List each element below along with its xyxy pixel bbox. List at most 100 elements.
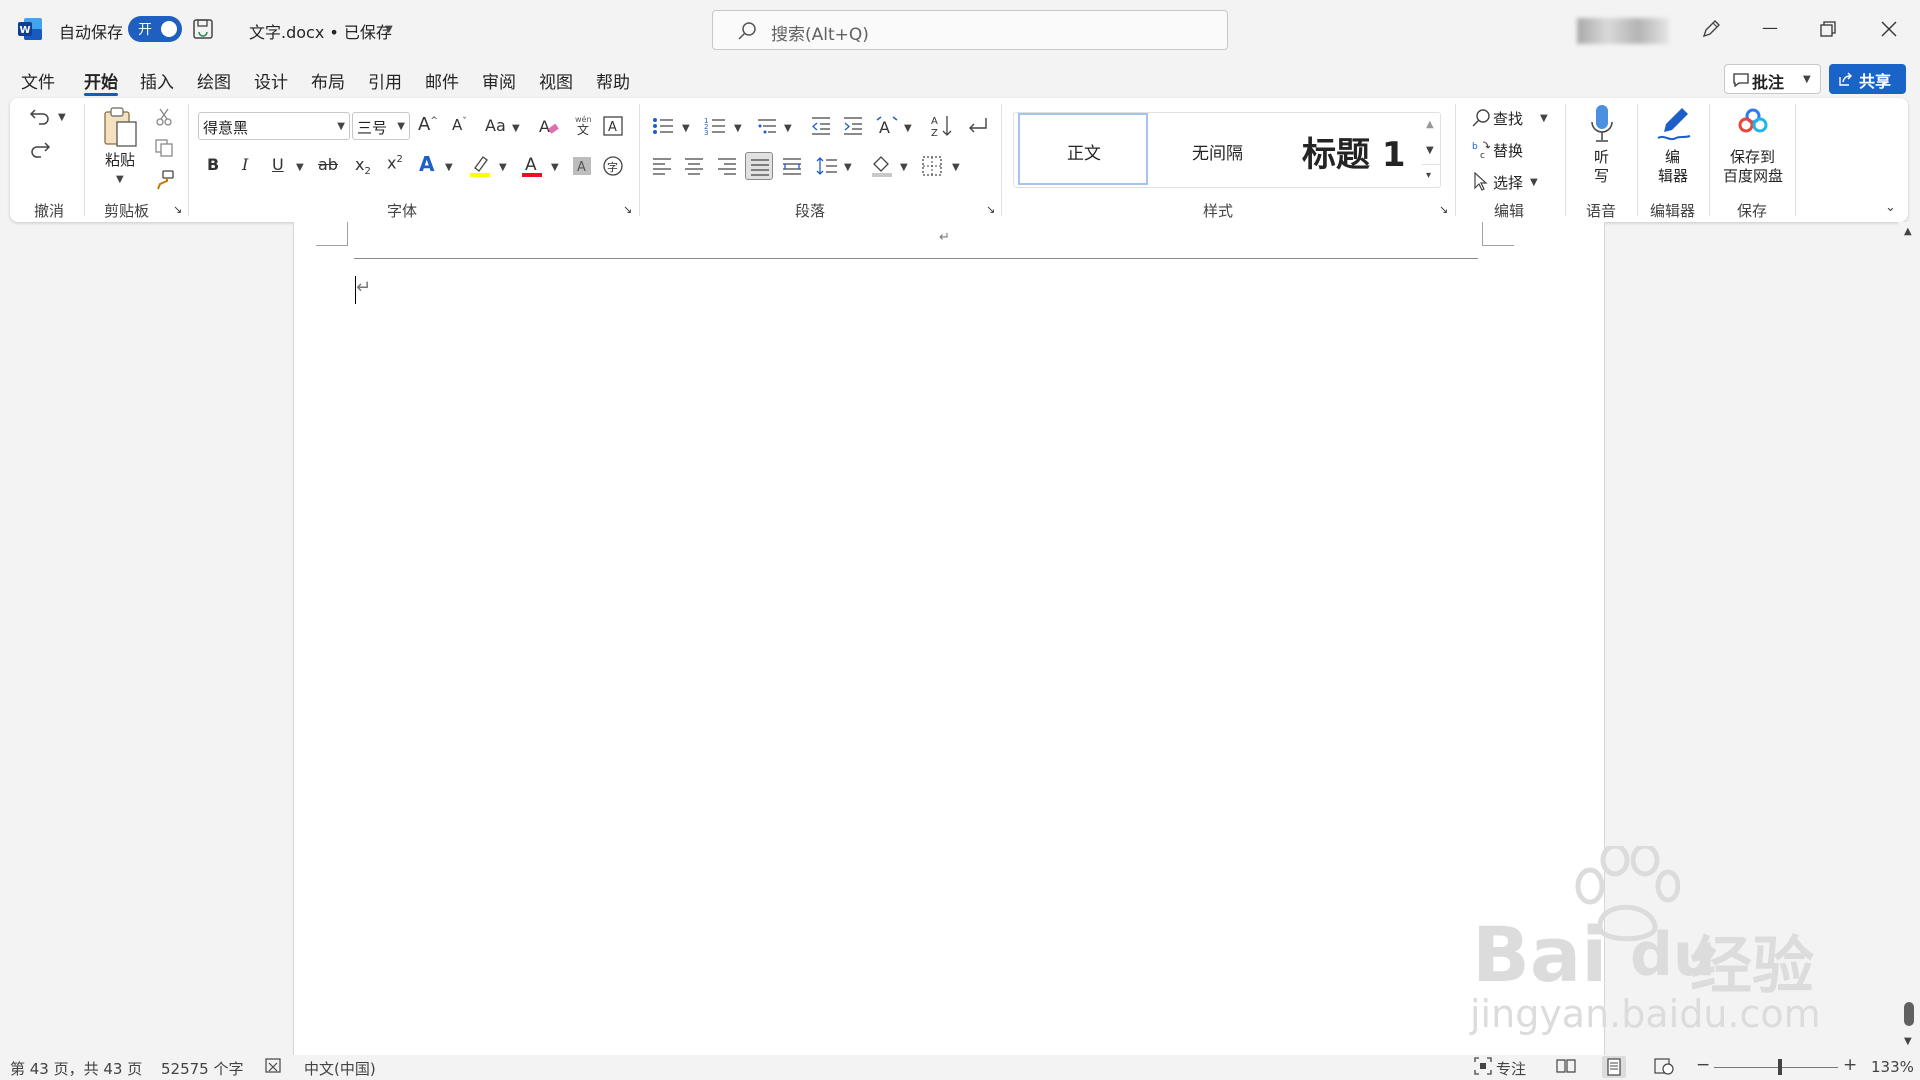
align-center-icon[interactable]: [684, 156, 704, 176]
phonetic-guide-icon[interactable]: wén 文: [572, 114, 594, 136]
ribbon-collapse-icon[interactable]: ⌄: [1885, 200, 1896, 215]
language[interactable]: 中文(中国): [304, 1058, 376, 1079]
editor-button[interactable]: 编 辑器: [1650, 104, 1696, 188]
tab-home[interactable]: 开始: [84, 68, 118, 93]
font-color-icon[interactable]: A: [521, 154, 543, 178]
text-effects-dropdown-icon[interactable]: ▼: [445, 162, 453, 173]
document-title[interactable]: 文字.docx • 已保存: [249, 19, 392, 43]
undo-dropdown-icon[interactable]: ▼: [58, 112, 66, 123]
search-box[interactable]: 搜索(Alt+Q): [712, 10, 1228, 50]
asian-layout-dropdown-icon[interactable]: ▼: [904, 123, 912, 134]
user-account[interactable]: [1577, 18, 1669, 44]
cut-icon[interactable]: [155, 108, 173, 126]
replace-button[interactable]: bc 替换: [1468, 138, 1552, 162]
tab-design[interactable]: 设计: [254, 68, 288, 93]
decrease-indent-icon[interactable]: [810, 116, 832, 136]
title-dropdown-icon[interactable]: ▼: [385, 24, 393, 35]
minimize-icon[interactable]: —: [1760, 20, 1780, 36]
shrink-font-icon[interactable]: Aˇ: [452, 118, 467, 133]
shading-icon[interactable]: [871, 154, 893, 178]
read-mode-icon[interactable]: [1556, 1058, 1576, 1074]
clipboard-launcher-icon[interactable]: ↘: [173, 204, 182, 215]
highlight-color-icon[interactable]: [469, 154, 491, 178]
find-button[interactable]: 查找 ▼: [1468, 106, 1552, 130]
print-layout-icon[interactable]: [1602, 1056, 1626, 1078]
word-count[interactable]: 52575 个字: [161, 1058, 244, 1079]
borders-dropdown-icon[interactable]: ▼: [952, 162, 960, 173]
zoom-slider[interactable]: [1714, 1067, 1838, 1068]
text-effects-icon[interactable]: A: [419, 154, 434, 174]
paragraph-launcher-icon[interactable]: ↘: [986, 204, 995, 215]
tab-draw[interactable]: 绘图: [197, 68, 231, 93]
close-icon[interactable]: [1881, 21, 1897, 37]
document-page[interactable]: ↵ ↵: [293, 222, 1680, 1055]
focus-icon[interactable]: [1474, 1057, 1492, 1075]
focus-label[interactable]: 专注: [1496, 1058, 1526, 1079]
underline-dropdown-icon[interactable]: ▼: [296, 162, 304, 173]
restore-icon[interactable]: [1820, 21, 1836, 37]
dictate-button[interactable]: 听 写: [1580, 104, 1624, 188]
save-to-baidu-button[interactable]: 保存到 百度网盘: [1720, 104, 1786, 188]
styles-scroll-down-icon[interactable]: ▼: [1422, 140, 1440, 162]
tab-help[interactable]: 帮助: [596, 68, 630, 93]
scroll-thumb[interactable]: [1904, 1002, 1914, 1026]
bullets-dropdown-icon[interactable]: ▼: [682, 123, 690, 134]
pen-icon[interactable]: [1700, 18, 1722, 40]
bold-icon[interactable]: B: [207, 157, 219, 173]
line-spacing-dropdown-icon[interactable]: ▼: [844, 162, 852, 173]
line-spacing-icon[interactable]: [816, 156, 838, 176]
autosave-toggle[interactable]: 开: [128, 16, 182, 42]
tab-insert[interactable]: 插入: [140, 68, 174, 93]
scroll-up-icon[interactable]: ▲: [1904, 226, 1912, 237]
tab-mailings[interactable]: 邮件: [425, 68, 459, 93]
tab-references[interactable]: 引用: [368, 68, 402, 93]
vertical-scrollbar[interactable]: ▲ ▼: [1898, 222, 1920, 1055]
justify-icon[interactable]: [745, 152, 773, 180]
page-count[interactable]: 第 43 页，共 43 页: [10, 1058, 142, 1079]
font-size-select[interactable]: 三号 ▼: [352, 112, 410, 140]
styles-launcher-icon[interactable]: ↘: [1439, 204, 1448, 215]
subscript-icon[interactable]: x2: [355, 156, 371, 177]
styles-more-icon[interactable]: ▾: [1422, 164, 1440, 186]
character-border-icon[interactable]: A: [603, 116, 623, 136]
highlight-dropdown-icon[interactable]: ▼: [499, 162, 507, 173]
copy-icon[interactable]: [155, 139, 173, 157]
change-case-icon[interactable]: Aa: [485, 118, 506, 134]
align-left-icon[interactable]: [652, 156, 672, 176]
comments-button[interactable]: 批注 ▼: [1724, 64, 1821, 94]
increase-indent-icon[interactable]: [842, 116, 864, 136]
enclose-characters-icon[interactable]: 字: [603, 156, 623, 176]
show-marks-icon[interactable]: [966, 116, 988, 136]
style-heading1[interactable]: 标题 1: [1290, 113, 1420, 185]
multilevel-list-icon[interactable]: [756, 116, 778, 136]
style-normal[interactable]: 正文: [1018, 113, 1148, 185]
borders-icon[interactable]: [922, 156, 942, 176]
tab-file[interactable]: 文件: [21, 68, 55, 93]
shading-dropdown-icon[interactable]: ▼: [900, 162, 908, 173]
zoom-in-icon[interactable]: +: [1843, 1055, 1857, 1075]
font-launcher-icon[interactable]: ↘: [623, 204, 632, 215]
align-right-icon[interactable]: [717, 156, 737, 176]
styles-scroll-up-icon[interactable]: ▲: [1422, 114, 1440, 136]
tab-review[interactable]: 审阅: [482, 68, 516, 93]
numbering-icon[interactable]: 123: [704, 116, 726, 136]
undo-icon[interactable]: [29, 106, 51, 126]
clear-formatting-icon[interactable]: A: [538, 116, 560, 136]
proofing-icon[interactable]: [265, 1057, 283, 1075]
paste-button[interactable]: 粘贴 ▼: [100, 106, 142, 185]
italic-icon[interactable]: I: [242, 157, 248, 173]
tab-layout[interactable]: 布局: [311, 68, 345, 93]
select-button[interactable]: 选择 ▼: [1468, 170, 1552, 194]
zoom-out-icon[interactable]: −: [1696, 1055, 1710, 1075]
numbering-dropdown-icon[interactable]: ▼: [734, 123, 742, 134]
web-layout-icon[interactable]: [1654, 1057, 1674, 1075]
sort-icon[interactable]: AZ: [931, 114, 953, 138]
change-case-dropdown-icon[interactable]: ▼: [512, 123, 520, 134]
format-painter-icon[interactable]: [155, 170, 175, 190]
redo-icon[interactable]: [29, 139, 51, 159]
character-shading-icon[interactable]: A: [572, 156, 592, 176]
distributed-icon[interactable]: [782, 156, 802, 176]
bullets-icon[interactable]: [652, 116, 674, 136]
share-button[interactable]: 共享: [1829, 64, 1906, 94]
multilevel-dropdown-icon[interactable]: ▼: [784, 123, 792, 134]
